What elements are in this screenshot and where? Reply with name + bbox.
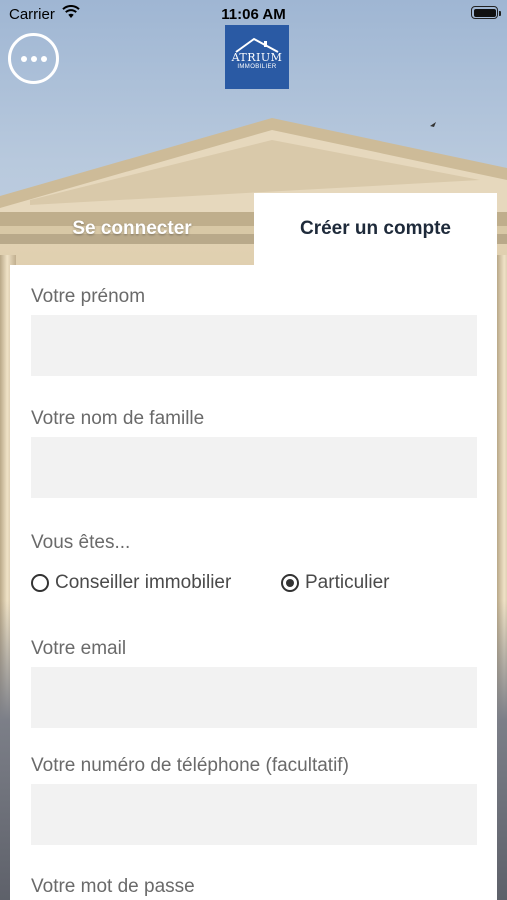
first-name-field[interactable]: [31, 315, 477, 376]
logo-subtitle: IMMOBILIER: [237, 64, 277, 70]
radio-label: Particulier: [305, 572, 390, 593]
app-logo: ATRIUM IMMOBILIER: [225, 25, 289, 89]
more-menu-button[interactable]: [8, 33, 59, 84]
user-type-label: Vous êtes...: [31, 532, 131, 553]
last-name-field[interactable]: [31, 437, 477, 498]
radio-particulier[interactable]: Particulier: [281, 572, 389, 594]
phone-field[interactable]: [31, 784, 477, 845]
signup-form: Votre prénom Votre nom de famille Vous ê…: [10, 265, 497, 900]
radio-checked-icon: [281, 574, 299, 592]
clock: 11:06 AM: [221, 6, 286, 23]
user-type-radio-group: Conseiller immobilier Particulier: [31, 572, 477, 598]
last-name-label: Votre nom de famille: [31, 408, 205, 429]
first-name-label: Votre prénom: [31, 286, 146, 307]
email-field[interactable]: [31, 667, 477, 728]
phone-label: Votre numéro de téléphone (facultatif): [31, 755, 349, 776]
radio-unchecked-icon: [31, 574, 49, 592]
more-horizontal-icon: [20, 55, 27, 62]
tab-login[interactable]: Se connecter: [10, 193, 254, 265]
logo-brand: ATRIUM: [231, 51, 283, 64]
radio-conseiller-immobilier[interactable]: Conseiller immobilier: [31, 572, 231, 594]
email-label: Votre email: [31, 638, 127, 659]
status-bar: Carrier 11:06 AM: [0, 0, 507, 28]
radio-label: Conseiller immobilier: [55, 572, 232, 593]
tab-create-account[interactable]: Créer un compte: [254, 193, 497, 265]
battery-icon: [471, 6, 501, 19]
password-label: Votre mot de passe: [31, 876, 195, 897]
